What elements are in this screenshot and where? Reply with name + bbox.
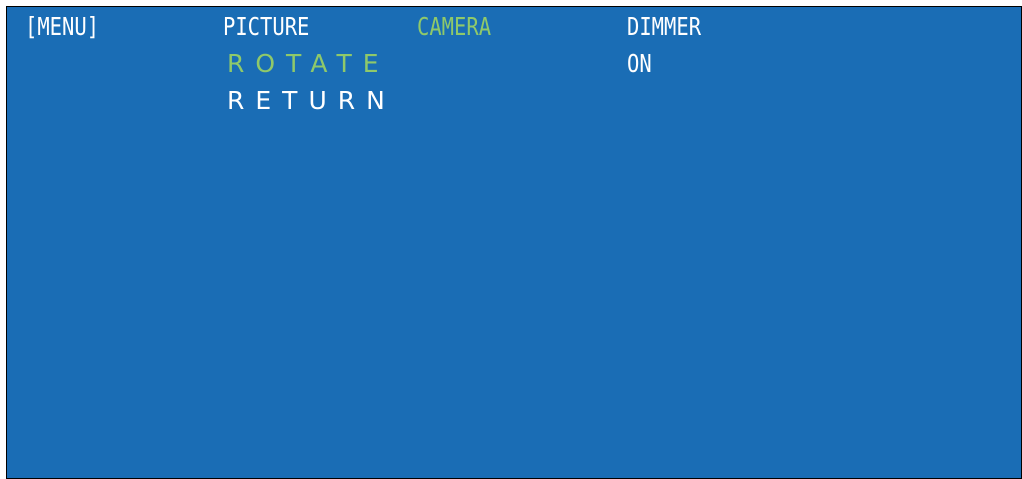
tab-camera[interactable]: CAMERA bbox=[417, 12, 491, 42]
osd-menu-screen: [MENU] PICTURE CAMERA DIMMER ROTATE ON R… bbox=[6, 6, 1022, 479]
rotate-value: ON bbox=[627, 49, 652, 78]
tab-dimmer[interactable]: DIMMER bbox=[627, 12, 701, 42]
menu-title: [MENU] bbox=[25, 12, 100, 41]
menu-item-return[interactable]: RETURN bbox=[227, 86, 396, 116]
menu-item-rotate[interactable]: ROTATE bbox=[227, 49, 390, 79]
tab-picture[interactable]: PICTURE bbox=[223, 12, 309, 42]
